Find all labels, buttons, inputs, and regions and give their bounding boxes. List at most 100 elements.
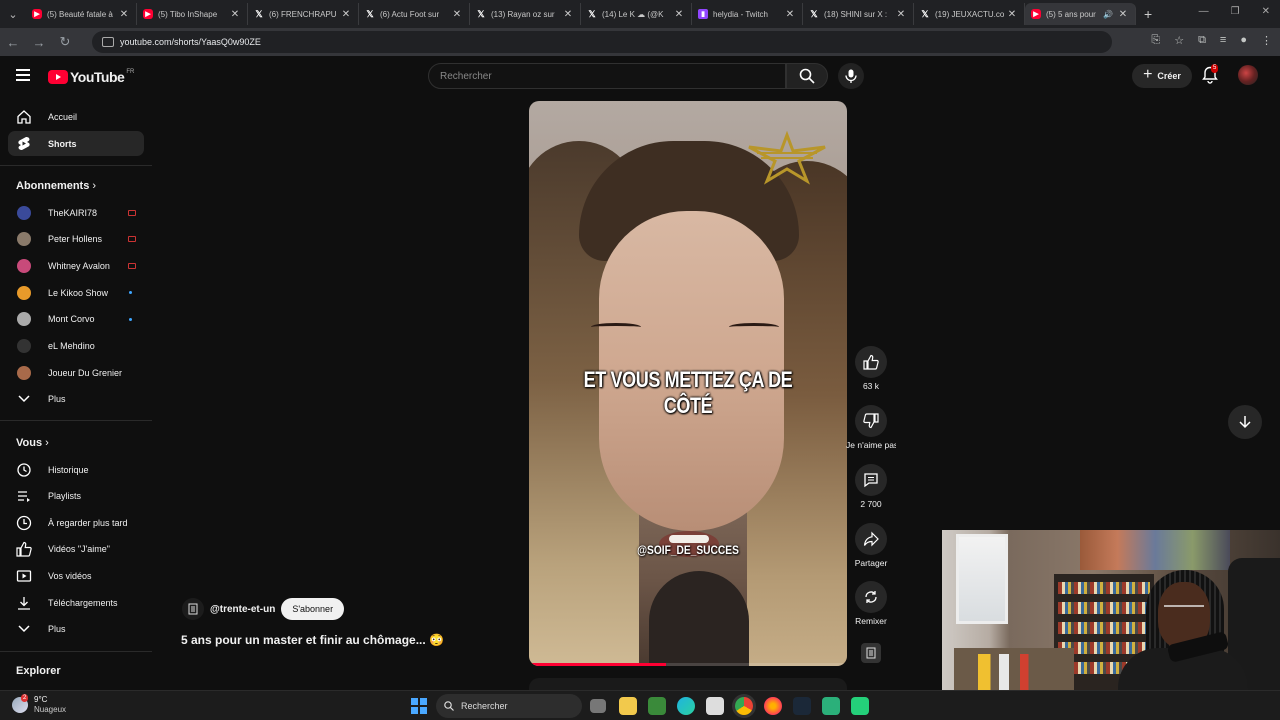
guide-menu-icon[interactable] xyxy=(16,69,30,81)
firefox-icon[interactable] xyxy=(764,697,782,715)
short-title[interactable]: 5 ans pour un master et finir au chômage… xyxy=(181,633,444,647)
file-explorer-icon[interactable] xyxy=(619,697,637,715)
youtube-logo[interactable]: YouTube FR xyxy=(48,69,134,85)
short-video-player[interactable]: ET VOUS METTEZ ÇA DE CÔTÉ @SOIF_DE_SUCCE… xyxy=(529,101,847,666)
webcam-posters xyxy=(1080,530,1230,570)
tab-close-icon[interactable]: ✕ xyxy=(451,9,463,20)
tab-search-icon[interactable]: ⌄ xyxy=(0,0,26,28)
steam-icon[interactable] xyxy=(793,697,811,715)
like-count: 63 k xyxy=(862,381,880,391)
minimize-icon[interactable]: — xyxy=(1199,6,1209,17)
close-window-icon[interactable]: ✕ xyxy=(1262,6,1270,17)
weather-widget[interactable]: 2 9°C Nuageux xyxy=(12,694,66,715)
browser-tab[interactable]: ▮ helydia - Twitch ✕ xyxy=(692,3,803,25)
next-short-preview[interactable] xyxy=(529,678,847,690)
audio-track-thumbnail[interactable] xyxy=(861,643,881,663)
subscriptions-heading[interactable]: Abonnements › xyxy=(16,180,96,192)
sidebar-you-more[interactable]: Plus xyxy=(8,616,144,641)
site-info-icon[interactable] xyxy=(102,37,114,47)
chrome-icon[interactable] xyxy=(735,697,753,715)
browser-tab[interactable]: ▶ (5) Tibo InShape ✕ xyxy=(137,3,248,25)
restore-icon[interactable]: ❐ xyxy=(1231,6,1240,17)
sidebar-item-history[interactable]: Historique xyxy=(8,457,144,482)
store-icon[interactable] xyxy=(706,697,724,715)
new-tab-button[interactable]: + xyxy=(1144,6,1152,22)
video-progress-bar[interactable] xyxy=(529,663,847,666)
edge-icon[interactable] xyxy=(677,697,695,715)
tab-close-icon[interactable]: ✕ xyxy=(562,9,574,20)
sidebar-item-subscription[interactable]: Peter Hollens xyxy=(8,227,144,252)
reload-icon[interactable]: ↻ xyxy=(52,34,78,50)
taskbar-search[interactable]: Rechercher xyxy=(436,694,582,718)
you-heading[interactable]: Vous › xyxy=(16,437,49,449)
playlists-icon xyxy=(16,488,32,504)
profile-icon[interactable]: ● xyxy=(1240,34,1247,47)
voice-search-button[interactable] xyxy=(838,63,864,89)
browser-tab[interactable]: 𝕏 (13) Rayan oz sur ✕ xyxy=(470,3,581,25)
sidebar-item-subscription[interactable]: Whitney Avalon xyxy=(8,253,144,278)
tab-close-icon[interactable]: ✕ xyxy=(118,9,130,20)
forward-icon[interactable]: → xyxy=(26,35,52,50)
extensions-icon[interactable]: ⧉ xyxy=(1198,34,1206,47)
channel-avatar[interactable] xyxy=(182,598,204,620)
sidebar-item-downloads[interactable]: Téléchargements xyxy=(8,590,144,615)
next-short-button[interactable] xyxy=(1228,405,1262,439)
xbox-icon[interactable] xyxy=(822,697,840,715)
notifications-button[interactable]: 5 xyxy=(1202,64,1220,84)
browser-tab[interactable]: 𝕏 (19) JEUXACTU.co ✕ xyxy=(914,3,1025,25)
browser-tab[interactable]: 𝕏 (18) SHINI sur X : ✕ xyxy=(803,3,914,25)
search-input[interactable] xyxy=(440,70,785,82)
share-button[interactable]: Partager xyxy=(854,523,888,568)
task-view-icon[interactable] xyxy=(590,699,606,713)
search-button[interactable] xyxy=(786,63,828,89)
sidebar-item-home[interactable]: Accueil xyxy=(8,104,144,129)
sidebar: Accueil Shorts Abonnements › TheKAIRI78 P… xyxy=(0,100,152,688)
subscribe-button[interactable]: S'abonner xyxy=(281,598,345,620)
dislike-button[interactable]: Je n'aime pas xyxy=(846,405,896,450)
sidebar-item-watch-later[interactable]: À regarder plus tard xyxy=(8,510,144,535)
browser-tab[interactable]: 𝕏 (6) FRENCHRAPU ✕ xyxy=(248,3,359,25)
sidebar-item-subscription[interactable]: Le Kikoo Show xyxy=(8,280,144,305)
tab-close-icon[interactable]: ✕ xyxy=(1117,9,1129,20)
sidebar-item-liked[interactable]: Vidéos "J'aime" xyxy=(8,537,144,562)
sidebar-item-label: Plus xyxy=(48,623,66,634)
browser-tab[interactable]: 𝕏 (14) Le K ☁ (@K ✕ xyxy=(581,3,692,25)
tab-close-icon[interactable]: ✕ xyxy=(229,9,241,20)
account-avatar[interactable] xyxy=(1238,65,1258,85)
browser-tab[interactable]: ▶ (5) 5 ans pour 🔊 ✕ xyxy=(1025,3,1136,25)
browser-tab[interactable]: 𝕏 (6) Actu Foot sur ✕ xyxy=(359,3,470,25)
tab-title: (5) Beauté fatale à xyxy=(47,9,113,19)
back-icon[interactable]: ← xyxy=(0,35,26,50)
webcam-overlay xyxy=(942,530,1280,690)
like-button[interactable]: 63 k xyxy=(854,346,888,391)
sidebar-item-playlists[interactable]: Playlists xyxy=(8,484,144,509)
tab-close-icon[interactable]: ✕ xyxy=(340,9,352,20)
tab-close-icon[interactable]: ✕ xyxy=(673,9,685,20)
create-button[interactable]: + Créer xyxy=(1132,64,1192,88)
sidebar-subs-more[interactable]: Plus xyxy=(8,386,144,411)
sidebar-item-your-videos[interactable]: Vos vidéos xyxy=(8,563,144,588)
install-app-icon[interactable]: ⎘ xyxy=(1151,34,1160,47)
bookmark-star-icon[interactable]: ☆ xyxy=(1174,34,1184,47)
sidebar-item-subscription[interactable]: Mont Corvo xyxy=(8,307,144,332)
channel-name[interactable]: @trente-et-un xyxy=(210,604,275,615)
app-icon[interactable] xyxy=(851,697,869,715)
start-button[interactable] xyxy=(411,698,427,714)
sidebar-item-shorts[interactable]: Shorts xyxy=(8,131,144,156)
sidebar-item-subscription[interactable]: TheKAIRI78 xyxy=(8,200,144,225)
address-bar[interactable]: youtube.com/shorts/YaasQ0w90ZE xyxy=(92,31,1112,53)
tab-close-icon[interactable]: ✕ xyxy=(1006,9,1018,20)
sidebar-item-subscription[interactable]: Joueur Du Grenier xyxy=(8,360,144,385)
browser-menu-icon[interactable]: ⋮ xyxy=(1261,34,1272,47)
audio-playing-icon[interactable]: 🔊 xyxy=(1103,10,1113,19)
nvidia-icon[interactable] xyxy=(648,697,666,715)
webcam-window xyxy=(956,534,1008,624)
remix-button[interactable]: Remixer xyxy=(854,581,888,626)
tab-close-icon[interactable]: ✕ xyxy=(895,9,907,20)
comments-button[interactable]: 2 700 xyxy=(854,464,888,509)
browser-tab[interactable]: ▶ (5) Beauté fatale à ✕ xyxy=(26,3,137,25)
liked-icon xyxy=(16,541,32,557)
reading-list-icon[interactable]: ≡ xyxy=(1220,34,1226,47)
sidebar-item-subscription[interactable]: eL Mehdino xyxy=(8,334,144,359)
tab-close-icon[interactable]: ✕ xyxy=(784,9,796,20)
